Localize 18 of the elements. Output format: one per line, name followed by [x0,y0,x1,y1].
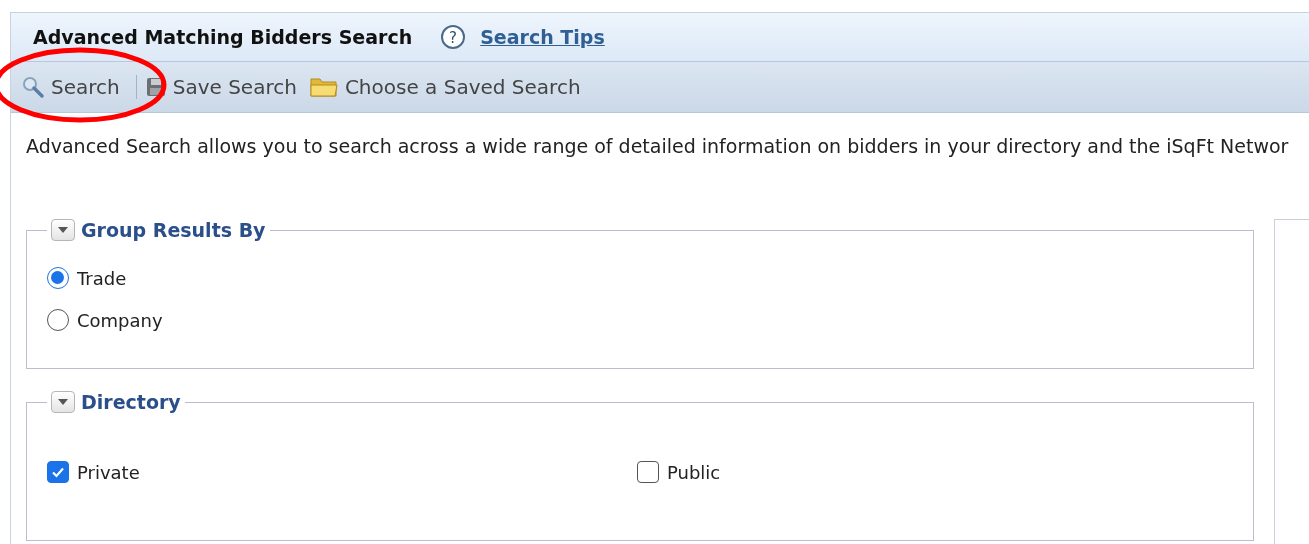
panel-title: Advanced Matching Bidders Search [33,26,413,48]
caret-icon [58,227,68,233]
section-title: Directory [81,391,181,413]
collapse-button[interactable] [51,391,75,413]
toolbar-button[interactable]: Choose a Saved Search [302,75,587,99]
checkbox-option[interactable]: Private [47,461,637,483]
radio-option[interactable]: Trade [47,267,1233,289]
magnifier-icon [21,75,45,99]
toolbar-button[interactable]: Save Search [138,75,303,99]
description-text: Advanced Search allows you to search across a wide range of detailed information on bidders in your directory and the iSqFt Networ [26,135,1290,157]
checkbox-option[interactable]: Public [637,461,937,483]
radio-option[interactable]: Company [47,309,1233,331]
search-tips-link[interactable]: Search Tips [480,26,605,48]
caret-icon [58,399,68,405]
help-icon[interactable]: ? [440,24,467,50]
collapse-button[interactable] [51,219,75,241]
section-title: Group Results By [81,219,266,241]
folder-icon [308,75,339,99]
